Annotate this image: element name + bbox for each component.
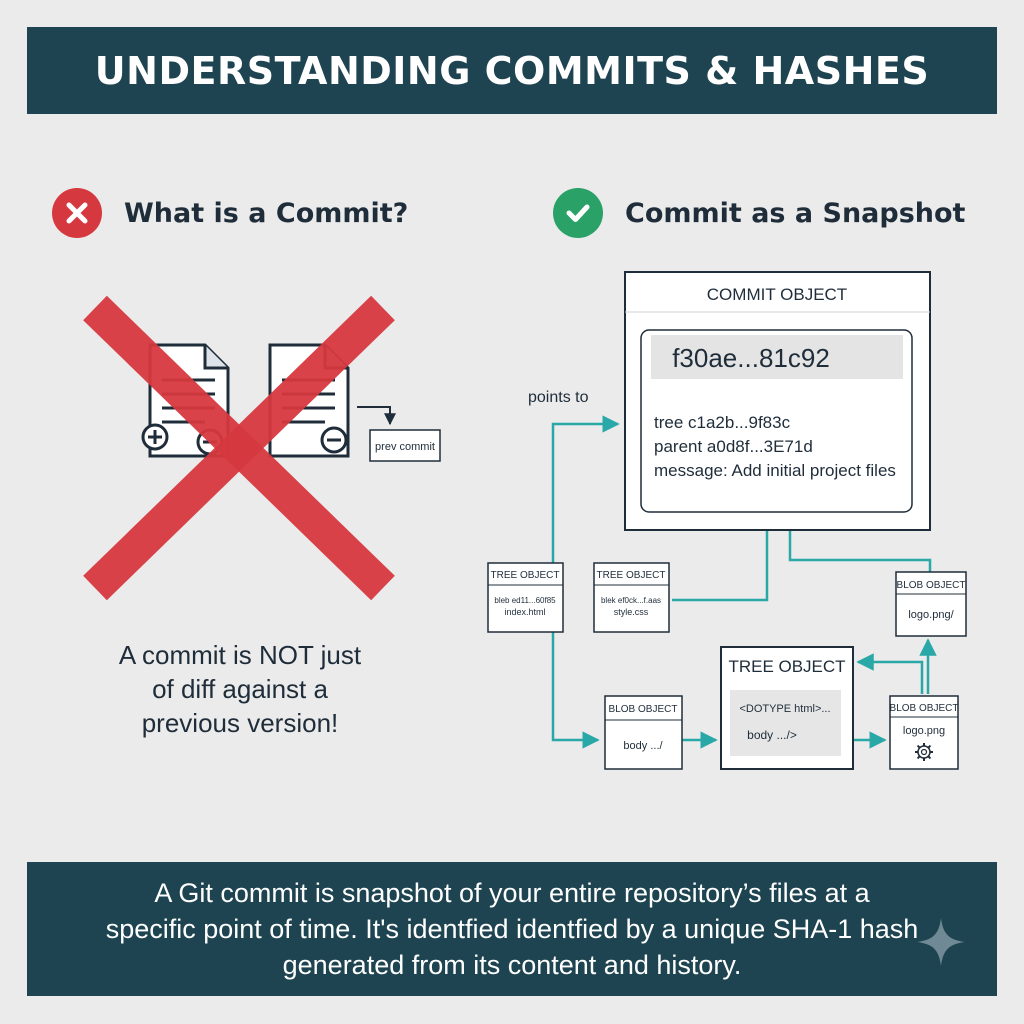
- footer-line: specific point of time. It's identfied i…: [105, 914, 919, 944]
- blob-object-logo: BLOB OBJECT logo.png: [889, 695, 959, 770]
- left-caption: A commit is NOT just of diff against a p…: [60, 638, 420, 740]
- tree-object-large: TREE OBJECT <DOTYPE html>... body .../>: [720, 646, 854, 770]
- tree2-line1: blek ef0ck...f.aas: [601, 596, 661, 605]
- sparkle-icon: [917, 918, 965, 966]
- tree1-line2: index.html: [504, 607, 545, 617]
- tree-big-line2: body .../>: [747, 728, 797, 742]
- tree-object-index: TREE OBJECT bleb ed11...60f85 index.html: [487, 562, 564, 633]
- blob-left-line1: body .../: [623, 740, 663, 752]
- tree2-line2: style.css: [614, 607, 649, 617]
- footer-line: A Git commit is snapshot of your entire …: [154, 878, 870, 908]
- caption-line: previous version!: [141, 708, 339, 738]
- prev-commit-arrow: [357, 406, 396, 426]
- commit-tree-line: tree c1a2b...9f83c: [654, 413, 791, 432]
- tree1-line1: bleb ed11...60f85: [494, 596, 556, 605]
- tree1-header: TREE OBJECT: [491, 570, 560, 581]
- caption-line: A commit is NOT just: [118, 640, 362, 670]
- caption-line: of diff against a: [152, 674, 328, 704]
- tree-big-line1: <DOTYPE html>...: [739, 703, 830, 715]
- tree-big-header: TREE OBJECT: [728, 657, 845, 676]
- blob-object-body: BLOB OBJECT body .../: [604, 695, 683, 770]
- footer-line: generated from its content and history.: [282, 950, 742, 980]
- tree2-header: TREE OBJECT: [597, 570, 666, 581]
- points-to-label: points to: [528, 389, 589, 406]
- tree-object-style: TREE OBJECT blek ef0ck...f.aas style.css: [593, 562, 670, 633]
- blob-left-header: BLOB OBJECT: [609, 704, 678, 715]
- commit-message-line: message: Add initial project files: [654, 461, 896, 480]
- footer-text: A Git commit is snapshot of your entire …: [72, 875, 952, 983]
- minus-icon: [320, 426, 348, 454]
- commit-object-header: COMMIT OBJECT: [707, 285, 847, 304]
- blob-top-header: BLOB OBJECT: [897, 580, 966, 591]
- commit-object-card: COMMIT OBJECT f30ae...81c92 tree c1a2b..…: [624, 271, 931, 531]
- commit-hash: f30ae...81c92: [672, 343, 830, 373]
- blob-object-logo-top: BLOB OBJECT logo.png/: [895, 571, 967, 637]
- blob-right-line1: logo.png: [903, 725, 945, 737]
- plus-icon: [141, 423, 169, 451]
- footer-banner: A Git commit is snapshot of your entire …: [27, 862, 997, 996]
- commit-parent-line: parent a0d8f...3E71d: [654, 437, 813, 456]
- blob-top-line1: logo.png/: [908, 609, 954, 621]
- blob-right-header: BLOB OBJECT: [890, 703, 959, 714]
- prev-commit-label: prev commit: [375, 441, 435, 453]
